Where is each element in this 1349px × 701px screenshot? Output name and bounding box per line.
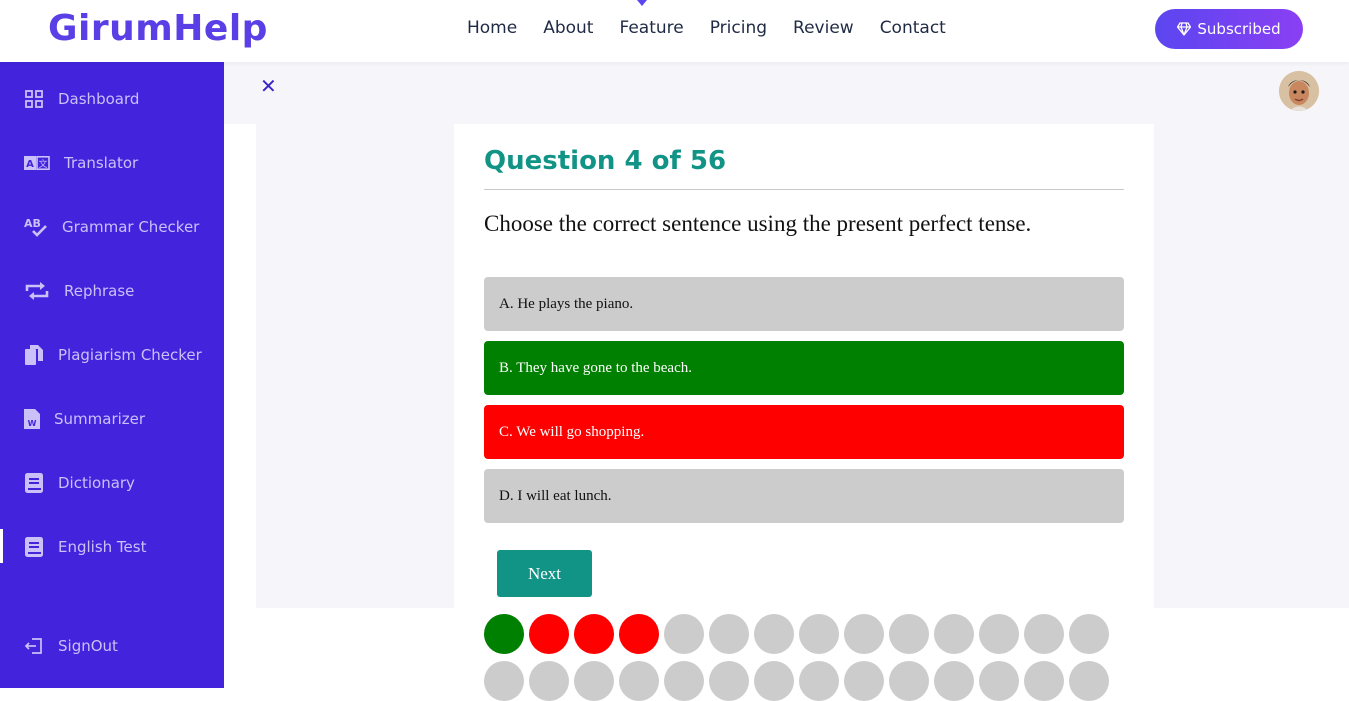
nav-pricing[interactable]: Pricing: [710, 18, 767, 38]
diamond-icon: [1177, 22, 1192, 36]
close-icon[interactable]: ✕: [260, 76, 278, 98]
question-dot[interactable]: [619, 661, 659, 701]
sidebar-item-english-test[interactable]: English Test: [0, 527, 224, 567]
signout-label: SignOut: [58, 637, 118, 655]
signout-icon: [24, 636, 44, 656]
spellcheck-icon: AB: [24, 217, 48, 237]
sidebar-item-label: Rephrase: [64, 282, 135, 300]
svg-text:A: A: [26, 159, 34, 170]
svg-text:AB: AB: [24, 217, 41, 230]
question-dot[interactable]: [754, 661, 794, 701]
option-label: A. He plays the piano.: [499, 295, 634, 312]
avatar[interactable]: [1279, 71, 1319, 111]
question-dot[interactable]: [979, 614, 1019, 654]
brand-logo[interactable]: GirumHelp: [48, 8, 268, 49]
question-dot[interactable]: [1024, 661, 1064, 701]
question-dot[interactable]: [664, 661, 704, 701]
word-file-icon: W: [24, 409, 40, 429]
question-dot[interactable]: [889, 614, 929, 654]
question-dot[interactable]: [574, 661, 614, 701]
question-dot[interactable]: [1069, 661, 1109, 701]
question-dot[interactable]: [1069, 614, 1109, 654]
question-dot[interactable]: [844, 661, 884, 701]
sidebar-item-label: Summarizer: [54, 410, 146, 428]
sidebar-item-translator[interactable]: A文 Translator: [0, 143, 224, 183]
option-label: C. We will go shopping.: [499, 423, 645, 440]
option-c[interactable]: C. We will go shopping.: [484, 405, 1124, 459]
option-b[interactable]: B. They have gone to the beach.: [484, 341, 1124, 395]
nav-caret-icon: [637, 0, 647, 6]
sidebar-item-label: Plagiarism Checker: [58, 346, 202, 364]
question-dot[interactable]: [484, 661, 524, 701]
content-header: [224, 62, 1349, 124]
sidebar-signout[interactable]: SignOut: [0, 626, 224, 666]
nav-about[interactable]: About: [543, 18, 593, 38]
dashboard-icon: [24, 89, 44, 109]
copy-icon: [24, 345, 44, 365]
nav-contact[interactable]: Contact: [880, 18, 946, 38]
question-dot[interactable]: [529, 614, 569, 654]
question-dot[interactable]: [934, 614, 974, 654]
question-dot[interactable]: [709, 614, 749, 654]
sidebar-item-label: Grammar Checker: [62, 218, 200, 236]
nav-feature[interactable]: Feature: [619, 18, 683, 38]
book-icon: [24, 473, 44, 493]
question-dot[interactable]: [574, 614, 614, 654]
sidebar: Dashboard A文 Translator AB Grammar Check…: [0, 62, 224, 688]
question-dot[interactable]: [799, 614, 839, 654]
option-label: D. I will eat lunch.: [499, 487, 612, 504]
question-dot[interactable]: [979, 661, 1019, 701]
question-dot[interactable]: [529, 661, 569, 701]
sidebar-item-grammar-checker[interactable]: AB Grammar Checker: [0, 207, 224, 247]
sidebar-item-label: Dashboard: [58, 90, 140, 108]
question-dot[interactable]: [889, 661, 929, 701]
question-text: Choose the correct sentence using the pr…: [484, 211, 1032, 236]
option-a[interactable]: A. He plays the piano.: [484, 277, 1124, 331]
svg-text:文: 文: [38, 158, 47, 170]
divider: [484, 189, 1124, 190]
sidebar-item-label: Translator: [64, 154, 139, 172]
subscribed-label: Subscribed: [1197, 20, 1281, 38]
question-dot[interactable]: [934, 661, 974, 701]
top-navbar: GirumHelp Home About Feature Pricing Rev…: [0, 0, 1349, 62]
sidebar-item-dashboard[interactable]: Dashboard: [0, 79, 224, 119]
svg-text:W: W: [28, 419, 37, 428]
sidebar-item-label: English Test: [58, 538, 147, 556]
sidebar-item-rephrase[interactable]: Rephrase: [0, 271, 224, 311]
repeat-icon: [24, 281, 50, 301]
question-dot[interactable]: [799, 661, 839, 701]
sidebar-item-dictionary[interactable]: Dictionary: [0, 463, 224, 503]
question-dot[interactable]: [754, 614, 794, 654]
question-dot[interactable]: [1024, 614, 1064, 654]
question-counter: Question 4 of 56: [484, 146, 727, 176]
question-dot[interactable]: [709, 661, 749, 701]
sidebar-item-plagiarism-checker[interactable]: Plagiarism Checker: [0, 335, 224, 375]
question-dot[interactable]: [484, 614, 524, 654]
option-d[interactable]: D. I will eat lunch.: [484, 469, 1124, 523]
sidebar-item-summarizer[interactable]: W Summarizer: [0, 399, 224, 439]
sidebar-item-label: Dictionary: [58, 474, 135, 492]
translate-icon: A文: [24, 153, 50, 173]
nav-home[interactable]: Home: [467, 18, 517, 38]
main-nav: Home About Feature Pricing Review Contac…: [467, 18, 946, 38]
question-dot[interactable]: [844, 614, 884, 654]
next-button[interactable]: Next: [497, 550, 592, 597]
question-dot[interactable]: [664, 614, 704, 654]
question-dot[interactable]: [619, 614, 659, 654]
book-icon: [24, 537, 44, 557]
subscribed-button[interactable]: Subscribed: [1155, 9, 1303, 49]
option-label: B. They have gone to the beach.: [499, 359, 692, 376]
nav-review[interactable]: Review: [793, 18, 854, 38]
